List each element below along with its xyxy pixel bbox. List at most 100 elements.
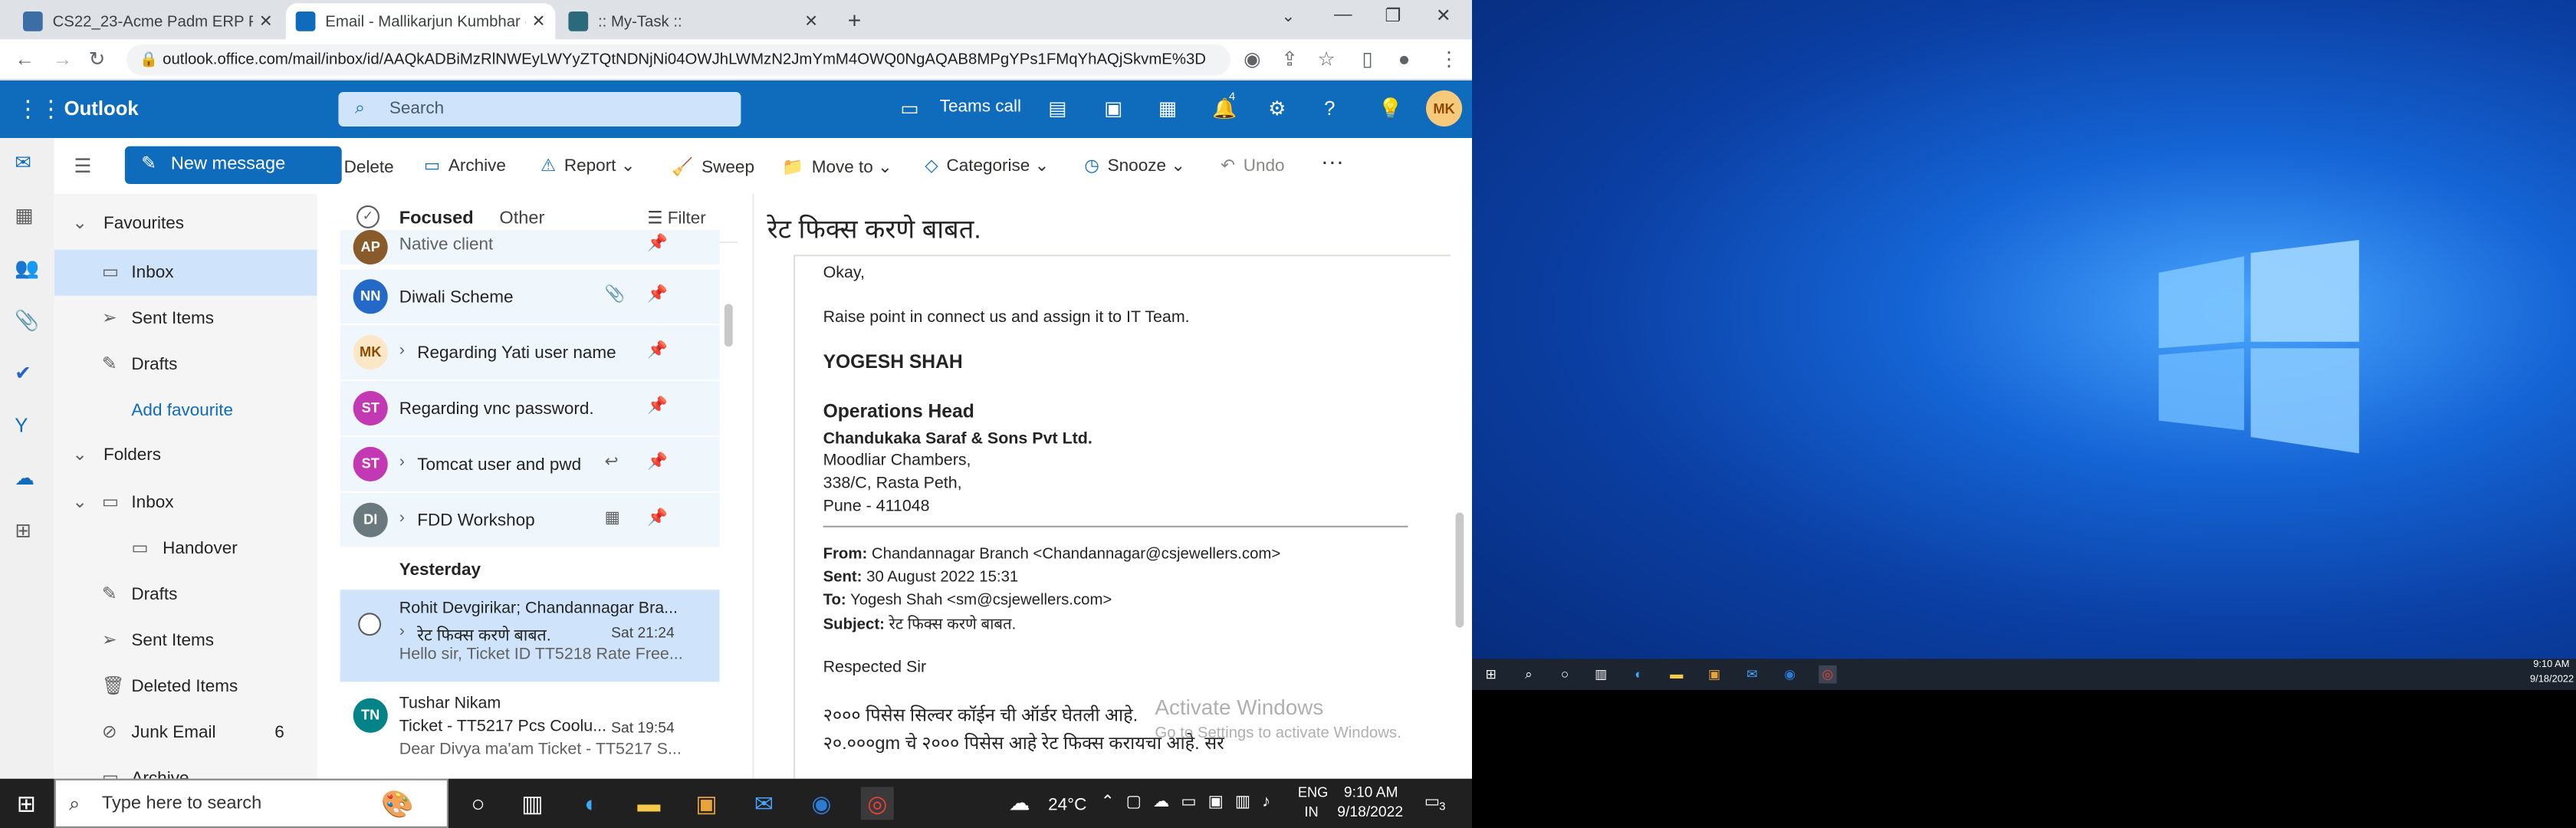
store-icon[interactable]: ▣ xyxy=(1705,665,1723,684)
edge-icon[interactable]: ◐ xyxy=(575,787,608,820)
pin-icon[interactable]: 📌 xyxy=(647,398,668,416)
more-apps-icon[interactable]: ⊞ xyxy=(15,519,31,542)
cortana-icon[interactable]: ○ xyxy=(462,787,495,820)
chevron-right-icon[interactable]: › xyxy=(399,509,405,527)
side-panel-icon[interactable]: ▯ xyxy=(1362,48,1372,71)
reading-scrollbar[interactable] xyxy=(1455,512,1464,628)
delete-button[interactable]: 🗑 Delete xyxy=(314,156,393,178)
back-icon[interactable]: ← xyxy=(15,48,34,71)
profile-icon[interactable]: ● xyxy=(1398,48,1411,71)
minimize-icon[interactable]: — xyxy=(1334,5,1352,25)
select-all-icon[interactable]: ✓ xyxy=(356,205,380,228)
pin-icon[interactable]: 📌 xyxy=(647,509,668,527)
folder-sent[interactable]: ➢ Sent Items xyxy=(54,296,317,342)
archive-button[interactable]: ▭ Archive xyxy=(424,156,506,176)
outlook-brand[interactable]: Outlook xyxy=(64,97,139,120)
file-explorer-icon[interactable]: ▬ xyxy=(1668,665,1686,684)
list-item[interactable]: MK › Regarding Yati user name 📌 xyxy=(340,325,720,382)
teams-chat-icon[interactable]: ▤ xyxy=(1048,97,1066,120)
snooze-button[interactable]: ◷ Snooze ⌄ xyxy=(1084,156,1185,176)
list-scrollbar[interactable] xyxy=(724,304,733,347)
chrome-icon[interactable]: ◎ xyxy=(1819,665,1837,684)
mail-icon[interactable]: ✉ xyxy=(15,151,31,174)
taskbar-search-input[interactable]: ⌕ Type here to search 🎨 xyxy=(54,778,449,828)
categorise-button[interactable]: ◇ Categorise ⌄ xyxy=(925,156,1049,176)
lightbulb-icon[interactable]: 💡 xyxy=(1378,97,1403,120)
folder-inbox[interactable]: ▭ Inbox xyxy=(54,249,317,296)
filter-button[interactable]: ☰ Filter xyxy=(647,209,705,228)
sweep-button[interactable]: 🧹 Sweep xyxy=(672,156,754,178)
report-button[interactable]: ⚠ Report ⌄ xyxy=(540,156,636,176)
list-item[interactable]: TN Tushar Nikam Ticket - TT5217 Pcs Cool… xyxy=(340,685,720,777)
folder-drafts[interactable]: ✎ Drafts xyxy=(54,342,317,388)
address-bar[interactable]: 🔒 outlook.office.com/mail/inbox/id/AAQkA… xyxy=(127,44,1230,76)
list-item[interactable]: AP Native client 📌 xyxy=(340,230,720,267)
avatar[interactable]: MK xyxy=(1426,90,1463,127)
list-item[interactable]: ST › Tomcat user and pwd ↩ 📌 xyxy=(340,437,720,493)
undo-button[interactable]: ↶ Undo xyxy=(1221,156,1284,176)
tab-search-chevron-icon[interactable]: ⌄ xyxy=(1281,8,1295,27)
new-message-button[interactable]: ✎ New message xyxy=(124,146,342,184)
list-item[interactable]: DI › FDD Workshop ▦ 📌 xyxy=(340,492,720,549)
close-tab-icon[interactable]: ✕ xyxy=(531,12,545,31)
store-icon[interactable]: ▣ xyxy=(690,787,723,820)
calendar-check-icon[interactable]: ▦ xyxy=(1158,97,1177,120)
chrome-icon[interactable]: ◎ xyxy=(860,787,894,820)
pin-icon[interactable]: 📌 xyxy=(647,286,668,304)
help-icon[interactable]: ? xyxy=(1324,97,1335,120)
tray-icons[interactable]: ⌃▢☁▭▣▥♪ xyxy=(1101,794,1282,812)
file-explorer-icon[interactable]: ▬ xyxy=(632,787,665,820)
chevron-right-icon[interactable]: › xyxy=(399,623,405,641)
mail-app-icon[interactable]: ✉ xyxy=(1743,665,1762,684)
browser-tab-erp[interactable]: CS22_23-Acme Padm ERP Platfor ✕ xyxy=(13,3,282,39)
pin-icon[interactable]: 📌 xyxy=(647,342,668,360)
people-icon[interactable]: 👥 xyxy=(15,256,39,279)
add-favourite-link[interactable]: Add favourite xyxy=(54,388,317,434)
cortana-icon[interactable]: ○ xyxy=(1556,665,1574,684)
mail-app-icon[interactable]: ✉ xyxy=(748,787,780,820)
office-icon[interactable]: ▣ xyxy=(1104,97,1122,120)
list-item[interactable]: NN Diwali Scheme 📎 📌 xyxy=(340,269,720,326)
app-icon[interactable]: ◉ xyxy=(805,787,838,820)
weather-icon[interactable]: ☁ xyxy=(1009,790,1030,816)
hamburger-icon[interactable]: ☰ xyxy=(74,154,91,177)
folder-archive[interactable]: ▭Archive xyxy=(54,756,317,779)
task-view-icon[interactable]: ▥ xyxy=(1592,665,1610,684)
calendar-icon[interactable]: ▦ xyxy=(15,204,33,227)
select-checkbox-icon[interactable] xyxy=(358,613,382,636)
move-to-button[interactable]: 📁 Move to ⌄ xyxy=(782,156,892,178)
search-icon[interactable]: ⌕ xyxy=(1520,665,1538,684)
edge-icon[interactable]: ◐ xyxy=(1630,665,1648,684)
forward-icon[interactable]: → xyxy=(53,48,73,71)
pin-icon[interactable]: 📌 xyxy=(647,453,668,472)
list-item[interactable]: ST Regarding vnc password. 📌 xyxy=(340,381,720,437)
folder-inbox-tree[interactable]: ⌄ ▭ Inbox xyxy=(54,480,317,526)
close-window-icon[interactable]: ✕ xyxy=(1436,5,1451,27)
windows-start-icon[interactable]: ⊞ xyxy=(1482,665,1500,684)
teams-call-button[interactable]: Teams call xyxy=(940,97,1021,117)
share-icon[interactable]: ⇪ xyxy=(1281,48,1298,71)
app-launcher-icon[interactable]: ⋮⋮ xyxy=(16,95,62,123)
tab-other[interactable]: Other xyxy=(499,209,544,228)
restore-icon[interactable]: ❐ xyxy=(1385,5,1401,27)
browser-tab-email[interactable]: Email - Mallikarjun Kumbhar - O ✕ xyxy=(285,3,556,40)
tab-focused[interactable]: Focused xyxy=(399,209,474,228)
chevron-right-icon[interactable]: › xyxy=(399,342,405,360)
browser-tab-mytask[interactable]: :: My-Task :: ✕ xyxy=(559,3,828,39)
todo-icon[interactable]: ✔ xyxy=(15,361,31,384)
yammer-icon[interactable]: Y xyxy=(15,414,28,437)
close-tab-icon[interactable]: ✕ xyxy=(259,12,273,31)
folder-sent-tree[interactable]: ➢ Sent Items xyxy=(54,618,317,664)
close-tab-icon[interactable]: ✕ xyxy=(804,12,818,31)
windows-start-icon[interactable]: ⊞ xyxy=(10,787,43,820)
more-options-icon[interactable]: ··· xyxy=(1321,148,1344,174)
chevron-right-icon[interactable]: › xyxy=(399,453,405,472)
folder-handover[interactable]: ▭ Handover xyxy=(54,526,317,572)
bookmark-star-icon[interactable]: ☆ xyxy=(1318,48,1336,71)
folder-junk[interactable]: ⊘ Junk Email 6 xyxy=(54,710,317,756)
gear-icon[interactable]: ⚙ xyxy=(1268,97,1286,120)
onedrive-icon[interactable]: ☁ xyxy=(15,467,34,490)
folder-deleted[interactable]: 🗑 Deleted Items xyxy=(54,664,317,710)
app-icon[interactable]: ◉ xyxy=(1781,665,1799,684)
notification-center-icon[interactable]: ▭ xyxy=(1424,794,1440,812)
